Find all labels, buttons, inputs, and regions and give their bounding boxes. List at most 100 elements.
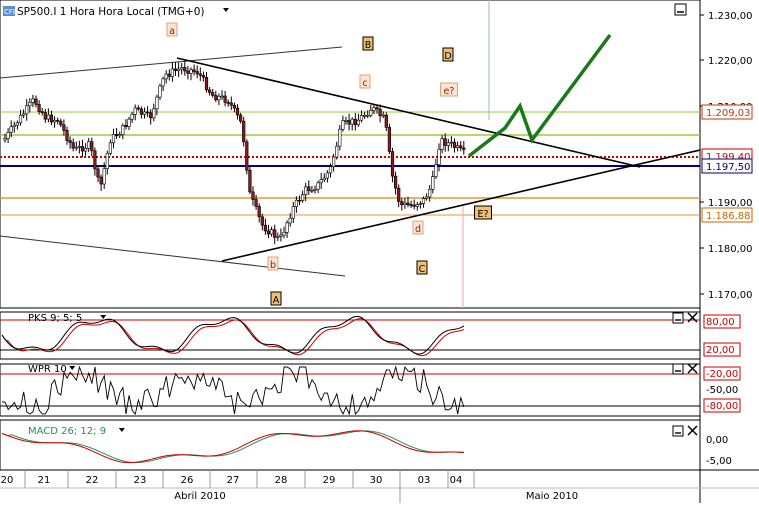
candle-body [170, 68, 175, 77]
candle-body [124, 125, 128, 127]
chart-window: a B Dc e? d E? b C A CFD SP500.I 1 Hora Hora Loc… [0, 0, 759, 503]
indicator-name[interactable]: MACD 26; 12; 9 [28, 426, 106, 437]
candle-body [99, 176, 103, 185]
price-tick-label: 1.190,00 [708, 198, 753, 209]
wave-label: e? [444, 86, 455, 97]
candle-body [397, 187, 401, 202]
candle-body [263, 224, 268, 232]
candle-body [167, 73, 171, 77]
candle-body [192, 69, 196, 72]
indicator-tick-label: -5,00 [706, 456, 732, 467]
day-label: 03 [418, 475, 431, 486]
candle-body [322, 177, 326, 181]
candle-body [87, 141, 91, 149]
candle-body [257, 206, 261, 218]
wave-label: C [419, 264, 426, 275]
candle-body [443, 138, 447, 146]
candle-body [133, 107, 137, 115]
candle-body [130, 114, 134, 120]
candle-body [276, 236, 280, 238]
candle-body [198, 73, 202, 76]
day-label: 20 [1, 475, 14, 486]
candle-body [344, 120, 348, 122]
candle-body [254, 199, 258, 207]
candle-body [369, 110, 373, 116]
candle-body [242, 120, 246, 143]
candle-body [406, 202, 410, 205]
candle-body [418, 203, 423, 205]
candle-body [173, 68, 178, 71]
candle-body [93, 150, 97, 170]
candle-body [294, 199, 299, 207]
candle-body [71, 142, 75, 149]
day-label: 22 [86, 475, 99, 486]
month-label: Abril 2010 [174, 491, 225, 502]
candle-body [387, 127, 392, 152]
candle-body [28, 102, 32, 107]
indicator-name[interactable]: WPR 10 [28, 364, 67, 375]
candle-body [421, 198, 426, 204]
candle-body [266, 230, 271, 235]
candle-body [90, 141, 94, 152]
panel-minimize-button[interactable] [672, 425, 684, 437]
candle-body [25, 105, 29, 115]
candle-body [359, 115, 364, 121]
candle-body [214, 95, 218, 101]
candle-body [177, 68, 181, 71]
indicator-tick-label: -20,00 [706, 369, 738, 380]
candle-body [21, 113, 26, 116]
candle-body [204, 76, 209, 91]
panel-minimize-button[interactable] [672, 363, 684, 375]
day-label: 21 [38, 475, 51, 486]
price-tick-label: 1.220,00 [708, 56, 753, 67]
candle-body [46, 114, 50, 120]
candle-body [31, 98, 35, 103]
candle-body [3, 138, 7, 141]
candle-body [409, 204, 413, 206]
minimize-button[interactable] [674, 3, 687, 16]
candle-body [437, 149, 441, 165]
candle-body [37, 104, 41, 112]
panel-minimize-button[interactable] [672, 312, 684, 324]
candle-body [34, 98, 38, 105]
candle-body [415, 204, 419, 207]
candle-body [434, 164, 438, 177]
price-label-text: 1.186,88 [706, 211, 751, 222]
wave-label: d [415, 224, 421, 235]
candle-body [40, 111, 44, 113]
candle-body [313, 188, 317, 191]
candle-body [195, 71, 199, 75]
main-chart-panel[interactable] [0, 0, 701, 309]
candle-body [325, 172, 330, 179]
candle-body [217, 95, 221, 101]
candle-body [68, 140, 72, 143]
candle-body [164, 73, 168, 80]
candle-body [431, 176, 435, 190]
candle-body [381, 114, 385, 117]
candle-body [424, 196, 429, 199]
indicator-name[interactable]: PKS 9; 5; 5 [28, 313, 82, 324]
price-label-text: 1.209,03 [706, 108, 751, 119]
candle-body [223, 95, 227, 103]
candle-body [6, 132, 10, 139]
candle-body [239, 114, 243, 122]
chart-header[interactable]: CFD SP500.I 1 Hora Hora Local (TMG+0) [3, 6, 229, 18]
candle-body [378, 108, 382, 117]
candle-body [300, 194, 305, 201]
chart-title[interactable]: SP500.I 1 Hora Hora Local (TMG+0) [17, 6, 204, 18]
day-label: 29 [323, 475, 336, 486]
candle-body [229, 102, 233, 106]
candle-body [452, 141, 457, 148]
indicator-tick-label: -80,00 [706, 401, 738, 412]
candle-body [273, 229, 277, 238]
candle-body [279, 234, 283, 237]
candle-body [288, 217, 292, 224]
candle-body [12, 124, 16, 128]
candle-body [146, 111, 150, 114]
candle-body [183, 67, 187, 72]
candle-body [285, 222, 289, 233]
candle-body [297, 199, 302, 202]
candle-body [269, 229, 274, 235]
wave-label: c [362, 78, 367, 89]
candle-body [161, 78, 165, 87]
